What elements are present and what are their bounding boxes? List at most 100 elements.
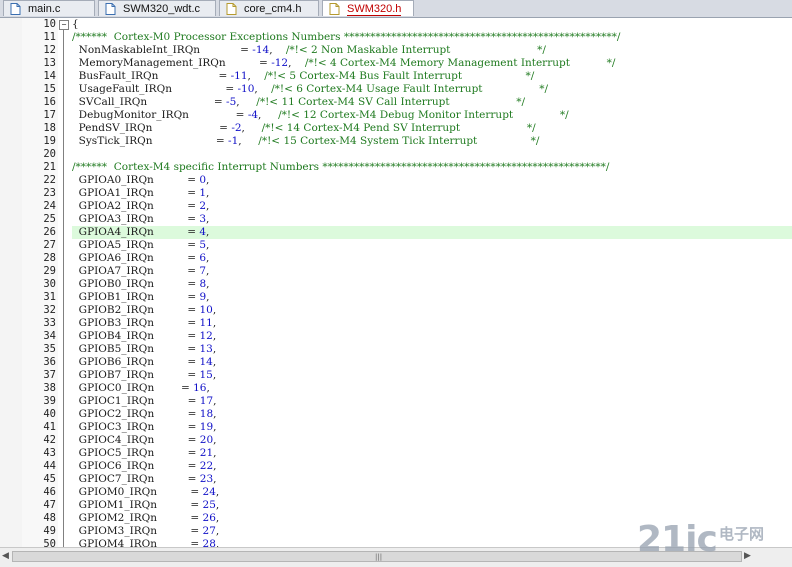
code-line[interactable]: 12 NonMaskableInt_IRQn = -14, /*!< 2 Non… [0, 44, 792, 57]
code-line[interactable]: 13 MemoryManagement_IRQn = -12, /*!< 4 C… [0, 57, 792, 70]
code-line[interactable]: 19 SysTick_IRQn = -1, /*!< 15 Cortex-M4 … [0, 135, 792, 148]
source-file-icon [105, 3, 116, 15]
code-text[interactable]: GPIOA1_IRQn = 1, [72, 187, 792, 200]
code-line[interactable]: 23 GPIOA1_IRQn = 1, [0, 187, 792, 200]
line-number: 15 [43, 83, 56, 95]
code-text[interactable]: GPIOB2_IRQn = 10, [72, 304, 792, 317]
code-line[interactable]: 14 BusFault_IRQn = -11, /*!< 5 Cortex-M4… [0, 70, 792, 83]
code-text[interactable]: NonMaskableInt_IRQn = -14, /*!< 2 Non Ma… [72, 44, 792, 57]
code-line[interactable]: 34 GPIOB4_IRQn = 12, [0, 330, 792, 343]
source-file-icon [226, 3, 237, 15]
code-line[interactable]: 41 GPIOC3_IRQn = 19, [0, 421, 792, 434]
code-text[interactable]: DebugMonitor_IRQn = -4, /*!< 12 Cortex-M… [72, 109, 792, 122]
code-line[interactable]: 39 GPIOC1_IRQn = 17, [0, 395, 792, 408]
code-line[interactable]: 47 GPIOM1_IRQn = 25, [0, 499, 792, 512]
line-number: 45 [43, 473, 56, 485]
code-line[interactable]: 18 PendSV_IRQn = -2, /*!< 14 Cortex-M4 P… [0, 122, 792, 135]
line-number: 18 [43, 122, 56, 134]
site-watermark-logo: 21ic 电子网 [637, 519, 782, 563]
file-tab-label: main.c [28, 3, 61, 15]
scrollbar-thumb[interactable]: ||| [12, 551, 742, 562]
code-line[interactable]: 42 GPIOC4_IRQn = 20, [0, 434, 792, 447]
file-tab-core-cm4-h[interactable]: core_cm4.h [219, 0, 319, 16]
code-line[interactable]: 27 GPIOA5_IRQn = 5, [0, 239, 792, 252]
code-line[interactable]: 38 GPIOC0_IRQn = 16, [0, 382, 792, 395]
code-text[interactable]: PendSV_IRQn = -2, /*!< 14 Cortex-M4 Pend… [72, 122, 792, 135]
code-text[interactable]: GPIOB6_IRQn = 14, [72, 356, 792, 369]
source-file-icon [10, 3, 21, 15]
code-text[interactable]: GPIOC7_IRQn = 23, [72, 473, 792, 486]
code-text[interactable]: GPIOB1_IRQn = 9, [72, 291, 792, 304]
code-line[interactable]: 20 [0, 148, 792, 161]
code-line[interactable]: 29 GPIOA7_IRQn = 7, [0, 265, 792, 278]
line-number: 19 [43, 135, 56, 147]
code-text[interactable] [72, 148, 792, 161]
code-text[interactable]: UsageFault_IRQn = -10, /*!< 6 Cortex-M4 … [72, 83, 792, 96]
code-text[interactable]: GPIOC2_IRQn = 18, [72, 408, 792, 421]
code-text[interactable]: { [72, 18, 792, 31]
code-text[interactable]: GPIOA7_IRQn = 7, [72, 265, 792, 278]
code-line[interactable]: 24 GPIOA2_IRQn = 2, [0, 200, 792, 213]
code-text[interactable]: SVCall_IRQn = -5, /*!< 11 Cortex-M4 SV C… [72, 96, 792, 109]
code-line[interactable]: 44 GPIOC6_IRQn = 22, [0, 460, 792, 473]
code-text[interactable]: BusFault_IRQn = -11, /*!< 5 Cortex-M4 Bu… [72, 70, 792, 83]
file-tab-swm320-h[interactable]: SWM320.h [322, 0, 414, 16]
line-number: 27 [43, 239, 56, 251]
code-text[interactable]: GPIOC5_IRQn = 21, [72, 447, 792, 460]
code-text[interactable]: GPIOA6_IRQn = 6, [72, 252, 792, 265]
code-line[interactable]: 45 GPIOC7_IRQn = 23, [0, 473, 792, 486]
line-number: 25 [43, 213, 56, 225]
line-number: 12 [43, 44, 56, 56]
code-text[interactable]: SysTick_IRQn = -1, /*!< 15 Cortex-M4 Sys… [72, 135, 792, 148]
code-line[interactable]: 35 GPIOB5_IRQn = 13, [0, 343, 792, 356]
code-line[interactable]: 10 { [0, 18, 792, 31]
code-line[interactable]: 22 GPIOA0_IRQn = 0, [0, 174, 792, 187]
code-text[interactable]: GPIOA3_IRQn = 3, [72, 213, 792, 226]
code-text[interactable]: GPIOB7_IRQn = 15, [72, 369, 792, 382]
code-text[interactable]: GPIOB5_IRQn = 13, [72, 343, 792, 356]
code-line[interactable]: 28 GPIOA6_IRQn = 6, [0, 252, 792, 265]
code-line[interactable]: 15 UsageFault_IRQn = -10, /*!< 6 Cortex-… [0, 83, 792, 96]
code-text[interactable]: GPIOB0_IRQn = 8, [72, 278, 792, 291]
code-text[interactable]: /****** Cortex-M4 specific Interrupt Num… [72, 161, 792, 174]
code-text[interactable]: MemoryManagement_IRQn = -12, /*!< 4 Cort… [72, 57, 792, 70]
code-text[interactable]: GPIOC4_IRQn = 20, [72, 434, 792, 447]
code-editor[interactable]: − 10{11/****** Cortex-M0 Processor Excep… [0, 18, 792, 547]
code-text[interactable]: GPIOM0_IRQn = 24, [72, 486, 792, 499]
code-text[interactable]: GPIOA4_IRQn = 4, [72, 226, 792, 239]
code-text[interactable]: GPIOC1_IRQn = 17, [72, 395, 792, 408]
watermark-sub-text: 电子网 [719, 525, 765, 543]
code-line[interactable]: 31 GPIOB1_IRQn = 9, [0, 291, 792, 304]
scroll-left-arrow-icon[interactable]: ◀ [2, 551, 9, 561]
code-line[interactable]: 21 /****** Cortex-M4 specific Interrupt N… [0, 161, 792, 174]
code-text[interactable]: GPIOC3_IRQn = 19, [72, 421, 792, 434]
code-text[interactable]: GPIOC0_IRQn = 16, [72, 382, 792, 395]
line-number: 42 [43, 434, 56, 446]
code-line[interactable]: 36 GPIOB6_IRQn = 14, [0, 356, 792, 369]
file-tab-swm320-wdt-c[interactable]: SWM320_wdt.c [98, 0, 216, 16]
code-text[interactable]: GPIOC6_IRQn = 22, [72, 460, 792, 473]
code-line[interactable]: 17 DebugMonitor_IRQn = -4, /*!< 12 Corte… [0, 109, 792, 122]
file-tab-main-c[interactable]: main.c [3, 0, 95, 16]
code-text[interactable]: GPIOB4_IRQn = 12, [72, 330, 792, 343]
code-text[interactable]: GPIOA5_IRQn = 5, [72, 239, 792, 252]
code-line[interactable]: 26 GPIOA4_IRQn = 4, [0, 226, 792, 239]
line-number: 47 [43, 499, 56, 511]
code-line[interactable]: 16 SVCall_IRQn = -5, /*!< 11 Cortex-M4 S… [0, 96, 792, 109]
code-text[interactable]: GPIOA2_IRQn = 2, [72, 200, 792, 213]
file-tab-label: SWM320_wdt.c [123, 3, 201, 15]
code-line[interactable]: 46 GPIOM0_IRQn = 24, [0, 486, 792, 499]
code-text[interactable]: GPIOM1_IRQn = 25, [72, 499, 792, 512]
code-text[interactable]: /****** Cortex-M0 Processor Exceptions N… [72, 31, 792, 44]
code-line[interactable]: 40 GPIOC2_IRQn = 18, [0, 408, 792, 421]
code-line[interactable]: 30 GPIOB0_IRQn = 8, [0, 278, 792, 291]
code-line[interactable]: 37 GPIOB7_IRQn = 15, [0, 369, 792, 382]
code-line[interactable]: 43 GPIOC5_IRQn = 21, [0, 447, 792, 460]
code-text[interactable]: GPIOB3_IRQn = 11, [72, 317, 792, 330]
code-lines[interactable]: 10 {11 /****** Cortex-M0 Processor Excepti… [0, 18, 792, 547]
code-line[interactable]: 11 /****** Cortex-M0 Processor Exceptions… [0, 31, 792, 44]
code-text[interactable]: GPIOA0_IRQn = 0, [72, 174, 792, 187]
code-line[interactable]: 32 GPIOB2_IRQn = 10, [0, 304, 792, 317]
code-line[interactable]: 33 GPIOB3_IRQn = 11, [0, 317, 792, 330]
code-line[interactable]: 25 GPIOA3_IRQn = 3, [0, 213, 792, 226]
